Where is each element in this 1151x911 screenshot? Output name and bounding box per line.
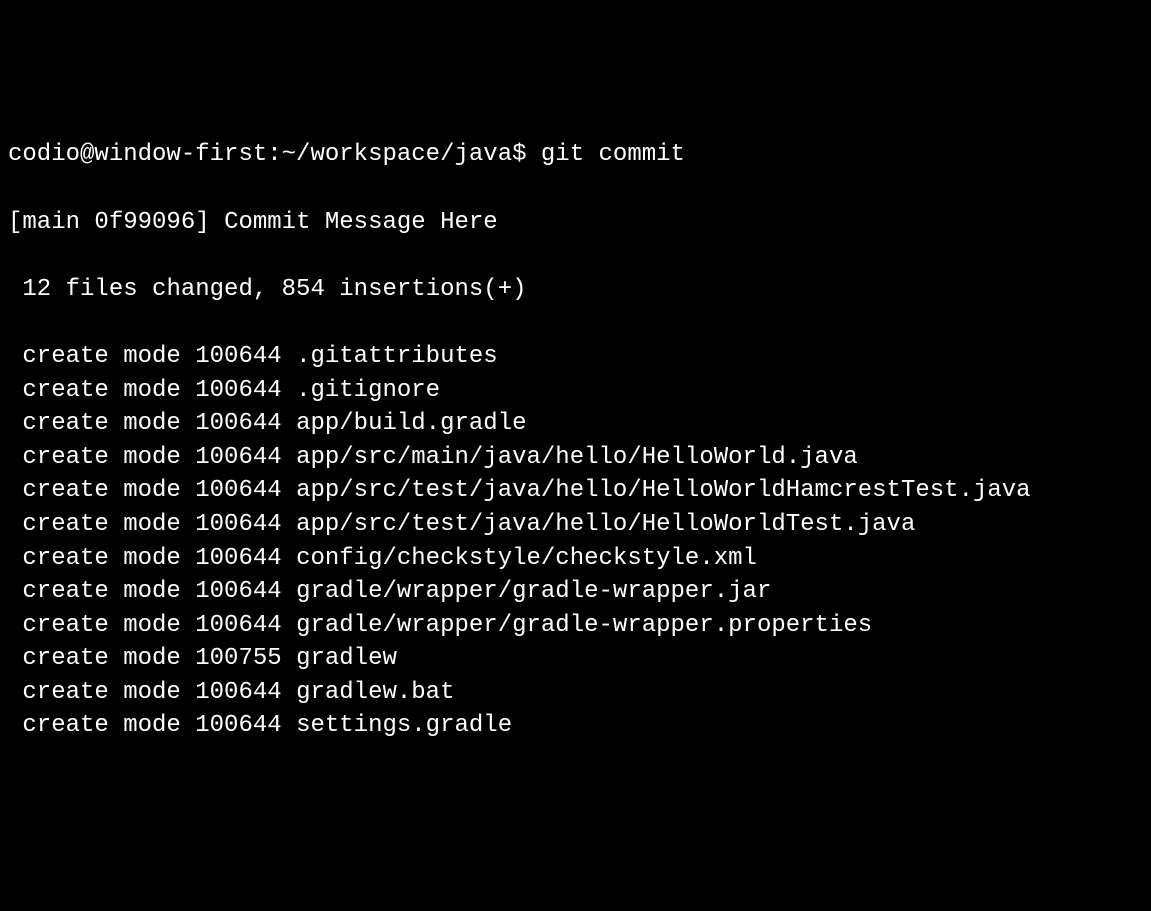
file-mode: 100755 <box>195 645 281 672</box>
file-mode: 100644 <box>195 545 281 572</box>
prompt-line[interactable]: codio@window-first:~/workspace/java$ git… <box>8 138 1143 172</box>
file-mode: 100644 <box>195 712 281 739</box>
file-mode: 100644 <box>195 578 281 605</box>
command-text: git commit <box>541 141 685 168</box>
file-path: .gitattributes <box>296 343 498 370</box>
file-mode: 100644 <box>195 377 281 404</box>
file-path: .gitignore <box>296 377 440 404</box>
file-path: config/checkstyle/checkstyle.xml <box>296 545 757 572</box>
create-mode-line: create mode 100644 settings.gradle <box>8 709 1143 743</box>
created-files-list: create mode 100644 .gitattributes create… <box>8 340 1143 743</box>
insertions-count: 854 <box>282 276 325 303</box>
create-mode-line: create mode 100644 .gitattributes <box>8 340 1143 374</box>
create-mode-line: create mode 100644 config/checkstyle/che… <box>8 542 1143 576</box>
file-path: settings.gradle <box>296 712 512 739</box>
commit-header-line: [main 0f99096] Commit Message Here <box>8 206 1143 240</box>
commit-message: Commit Message Here <box>224 209 498 236</box>
create-mode-line: create mode 100755 gradlew <box>8 642 1143 676</box>
file-path: app/src/main/java/hello/HelloWorld.java <box>296 444 858 471</box>
create-mode-line: create mode 100644 gradle/wrapper/gradle… <box>8 609 1143 643</box>
prompt-user: codio <box>8 141 80 168</box>
file-mode: 100644 <box>195 477 281 504</box>
file-path: gradlew <box>296 645 397 672</box>
create-mode-line: create mode 100644 app/src/main/java/hel… <box>8 441 1143 475</box>
file-path: gradle/wrapper/gradle-wrapper.jar <box>296 578 771 605</box>
file-mode: 100644 <box>195 444 281 471</box>
file-mode: 100644 <box>195 612 281 639</box>
file-path: app/src/test/java/hello/HelloWorldTest.j… <box>296 511 915 538</box>
branch-name: main <box>22 209 80 236</box>
create-mode-line: create mode 100644 gradle/wrapper/gradle… <box>8 575 1143 609</box>
file-mode: 100644 <box>195 410 281 437</box>
create-mode-line: create mode 100644 .gitignore <box>8 374 1143 408</box>
create-mode-line: create mode 100644 app/src/test/java/hel… <box>8 474 1143 508</box>
file-path: app/src/test/java/hello/HelloWorldHamcre… <box>296 477 1031 504</box>
prompt-symbol: $ <box>512 141 526 168</box>
prompt-path: ~/workspace/java <box>282 141 512 168</box>
create-mode-line: create mode 100644 app/src/test/java/hel… <box>8 508 1143 542</box>
create-mode-line: create mode 100644 app/build.gradle <box>8 407 1143 441</box>
prompt-host: window-first <box>94 141 267 168</box>
file-mode: 100644 <box>195 511 281 538</box>
summary-line: 12 files changed, 854 insertions(+) <box>8 273 1143 307</box>
commit-hash: 0f99096 <box>94 209 195 236</box>
create-mode-line: create mode 100644 gradlew.bat <box>8 676 1143 710</box>
file-path: app/build.gradle <box>296 410 526 437</box>
file-mode: 100644 <box>195 679 281 706</box>
file-mode: 100644 <box>195 343 281 370</box>
file-path: gradle/wrapper/gradle-wrapper.properties <box>296 612 872 639</box>
file-path: gradlew.bat <box>296 679 454 706</box>
files-changed-count: 12 <box>22 276 51 303</box>
